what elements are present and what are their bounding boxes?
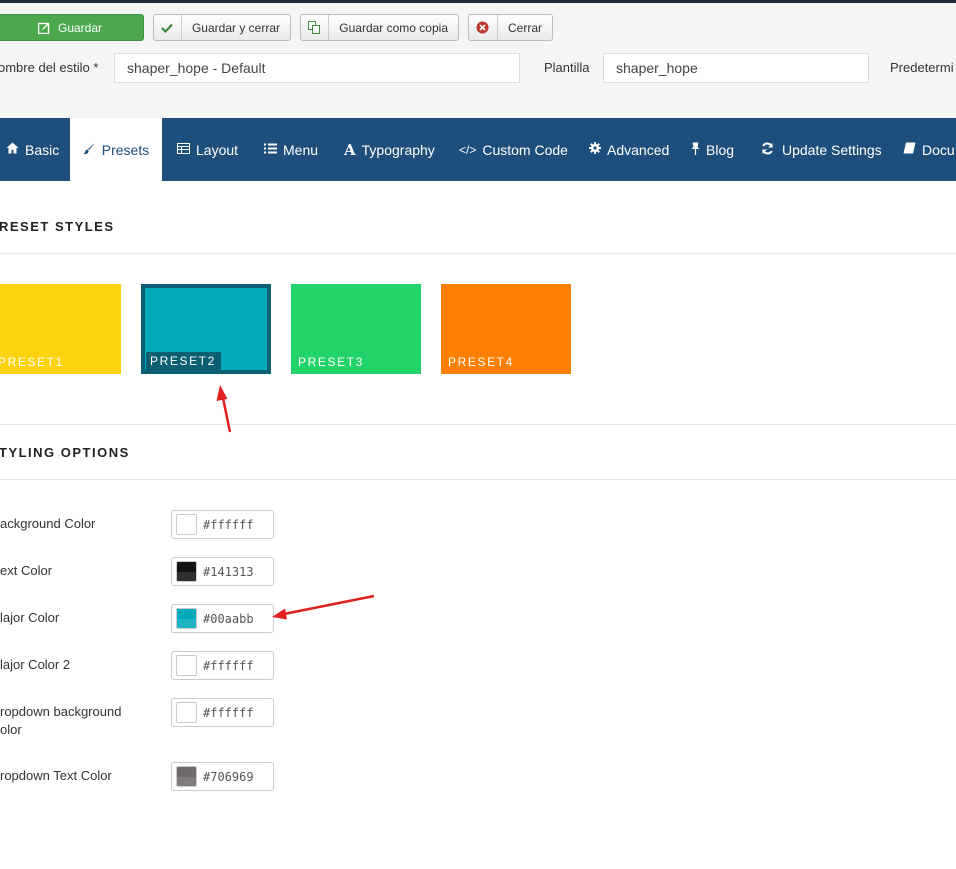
tab-basic-label: Basic xyxy=(25,141,60,158)
dropdown-text-color-swatch xyxy=(176,766,197,787)
save-and-close-label: Guardar y cerrar xyxy=(191,20,280,35)
major-color-2-swatch xyxy=(176,655,197,676)
list-icon xyxy=(264,142,277,157)
tab-custom-code-label: Custom Code xyxy=(482,141,568,158)
tab-presets-label: Presets xyxy=(101,141,150,158)
close-label: Cerrar xyxy=(507,20,542,35)
edit-icon xyxy=(34,15,54,40)
template-label: Plantilla xyxy=(544,60,590,75)
major-color-value: #00aabb xyxy=(203,611,254,626)
font-icon: A xyxy=(344,140,356,159)
book-icon xyxy=(903,142,916,157)
tab-layout-label: Layout xyxy=(196,141,239,158)
tab-advanced[interactable]: Advanced xyxy=(589,118,669,181)
tab-update-settings[interactable]: Update Settings xyxy=(761,118,882,181)
style-form-row: ombre del estilo * shaper_hope - Default… xyxy=(0,53,956,118)
tab-update-settings-label: Update Settings xyxy=(782,141,882,158)
major-color-2-picker[interactable]: #ffffff xyxy=(171,651,274,680)
dropdown-background-color-label: ropdown background olor xyxy=(0,704,122,737)
preset-2-swatch[interactable]: PRESET2 xyxy=(141,284,271,374)
preset-3-label: PRESET3 xyxy=(298,355,364,369)
tab-documentation[interactable]: Docu xyxy=(903,118,955,181)
save-as-copy-label: Guardar como copia xyxy=(339,20,448,35)
text-color-swatch xyxy=(176,561,197,582)
tab-menu[interactable]: Menu xyxy=(264,118,318,181)
gear-icon xyxy=(589,142,601,157)
preset-1-label: PRESET1 xyxy=(0,355,64,369)
tab-typography[interactable]: A Typography xyxy=(344,118,435,181)
major-color-label: lajor Color xyxy=(0,610,60,625)
home-icon xyxy=(6,142,19,157)
styling-top-divider xyxy=(0,424,956,425)
close-button[interactable]: Cerrar xyxy=(468,14,553,41)
tab-blog[interactable]: Blog xyxy=(691,118,734,181)
tab-presets[interactable]: Presets xyxy=(70,118,162,181)
settings-tabs: Basic Presets Layout Menu A Typography </… xyxy=(0,118,956,181)
copy-icon xyxy=(301,15,330,40)
background-color-value: #ffffff xyxy=(203,517,254,532)
tab-typography-label: Typography xyxy=(361,141,435,158)
default-label: Predetermi xyxy=(890,60,954,75)
major-color-swatch xyxy=(176,608,197,629)
tab-custom-code[interactable]: </> Custom Code xyxy=(459,118,568,181)
save-button-label: Guardar xyxy=(57,20,103,35)
styling-divider xyxy=(0,479,956,480)
save-as-copy-button[interactable]: Guardar como copia xyxy=(300,14,459,41)
preset-4-swatch[interactable]: PRESET4 xyxy=(441,284,571,374)
check-icon xyxy=(154,15,182,40)
tab-menu-label: Menu xyxy=(283,141,319,158)
close-circle-icon xyxy=(469,15,498,40)
preset-4-label: PRESET4 xyxy=(448,355,514,369)
preset-1-swatch[interactable]: PRESET1 xyxy=(0,284,121,374)
tab-layout[interactable]: Layout xyxy=(177,118,238,181)
code-icon: </> xyxy=(459,142,477,157)
dropdown-text-color-picker[interactable]: #706969 xyxy=(171,762,274,791)
preset-3-swatch[interactable]: PRESET3 xyxy=(291,284,421,374)
styling-options-heading: TYLING OPTIONS xyxy=(0,445,130,460)
major-color-2-label: lajor Color 2 xyxy=(0,657,71,672)
background-color-label: ackground Color xyxy=(0,516,96,531)
toolbar: Guardar Guardar y cerrar Guardar como co… xyxy=(0,3,956,53)
dropdown-background-color-value: #ffffff xyxy=(203,705,254,720)
background-color-swatch xyxy=(176,514,197,535)
tab-basic[interactable]: Basic xyxy=(6,118,59,181)
tab-blog-label: Blog xyxy=(706,141,735,158)
text-color-label: ext Color xyxy=(0,563,53,578)
refresh-icon xyxy=(761,142,774,158)
preset-2-label: PRESET2 xyxy=(146,352,221,370)
dropdown-background-color-picker[interactable]: #ffffff xyxy=(171,698,274,727)
dropdown-background-color-swatch xyxy=(176,702,197,723)
major-color-annotation-arrow xyxy=(272,594,375,620)
pin-icon xyxy=(691,142,700,158)
style-name-label: ombre del estilo * xyxy=(0,60,99,75)
save-and-close-button[interactable]: Guardar y cerrar xyxy=(153,14,291,41)
background-color-picker[interactable]: #ffffff xyxy=(171,510,274,539)
dropdown-text-color-label: ropdown Text Color xyxy=(0,768,112,783)
preset-divider xyxy=(0,253,956,254)
style-name-input[interactable]: shaper_hope - Default xyxy=(114,53,520,83)
layout-icon xyxy=(177,142,190,157)
major-color-2-value: #ffffff xyxy=(203,658,254,673)
dropdown-text-color-value: #706969 xyxy=(203,769,254,784)
save-button[interactable]: Guardar xyxy=(0,14,144,41)
tab-advanced-label: Advanced xyxy=(607,141,670,158)
major-color-picker[interactable]: #00aabb xyxy=(171,604,274,633)
template-input[interactable]: shaper_hope xyxy=(603,53,869,83)
brush-icon xyxy=(83,142,96,158)
text-color-picker[interactable]: #141313 xyxy=(171,557,274,586)
tab-documentation-label: Docu xyxy=(922,141,955,158)
text-color-value: #141313 xyxy=(203,564,254,579)
preset-styles-heading: RESET STYLES xyxy=(0,219,115,234)
